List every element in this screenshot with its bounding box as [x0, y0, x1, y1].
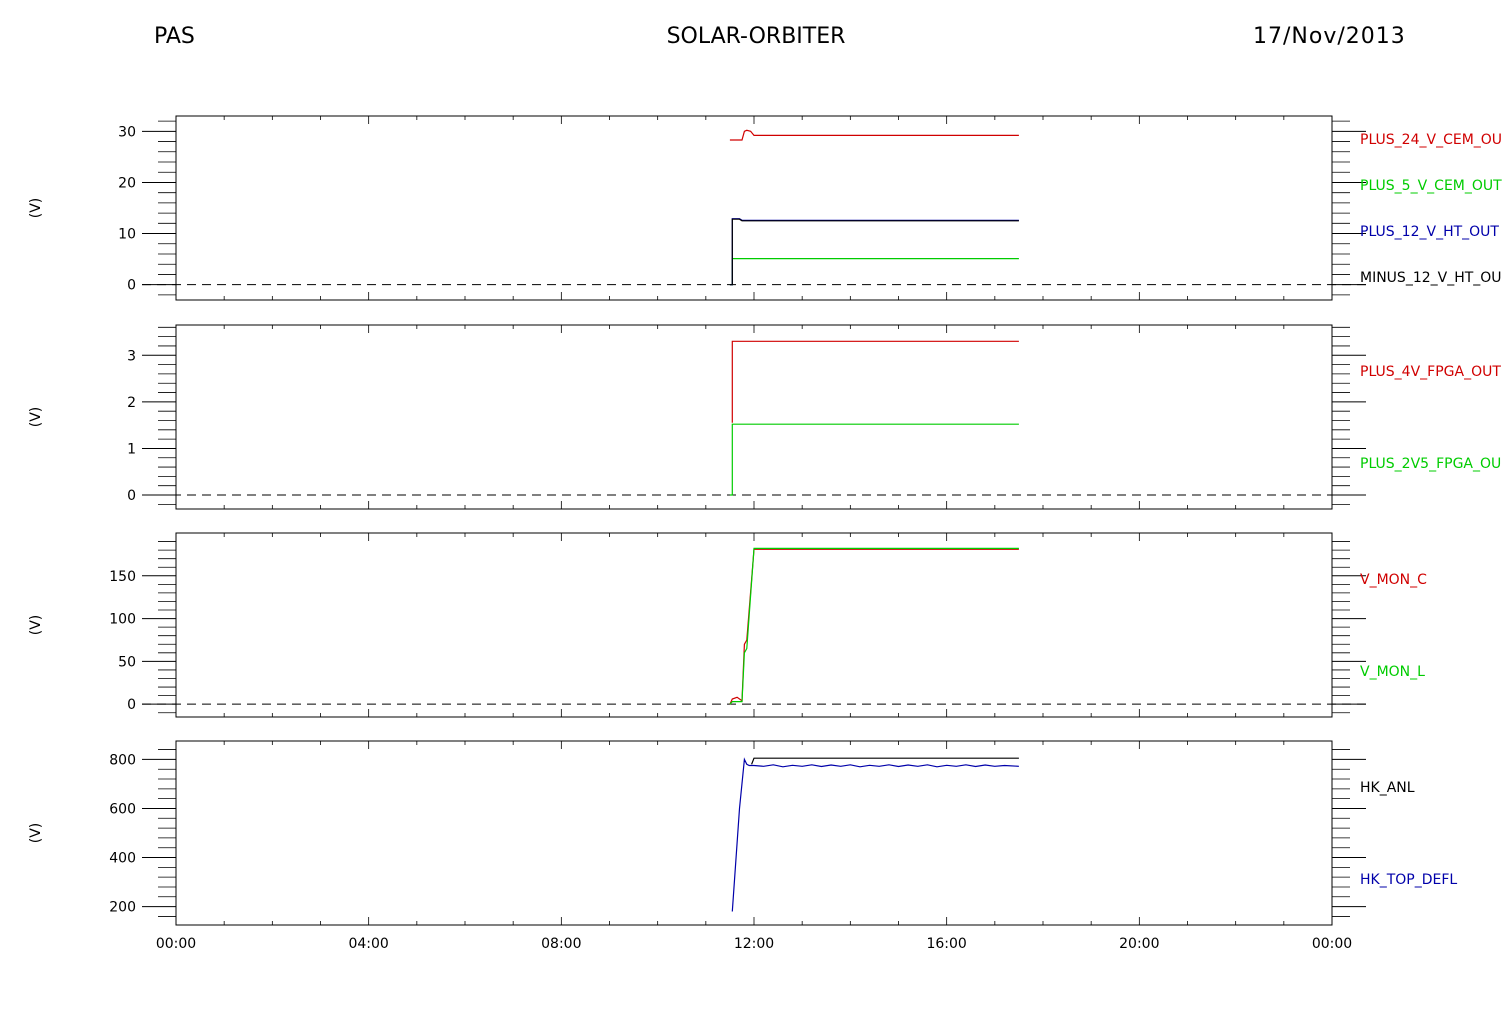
y-tick-label: 3 [127, 348, 136, 364]
y-tick-label: 600 [109, 801, 136, 817]
x-tick-label: 20:00 [1119, 936, 1159, 952]
y-tick-label: 100 [109, 612, 136, 628]
series-line-v_mon_l [729, 547, 1019, 705]
legend-label: PLUS_4V_FPGA_OUT [1360, 364, 1501, 380]
panel-frame [175, 115, 1333, 301]
y-tick-label: 0 [127, 278, 136, 294]
legend-label: V_MON_L [1360, 664, 1425, 680]
y-tick-label: 50 [118, 654, 136, 670]
series-line-v_mon_c [729, 548, 1019, 705]
panel-3: 0 50 100 150 (V) V_MON_C V_MON_L [28, 532, 1427, 718]
plots-canvas: 0102030(V)PLUS_24_V_CEM_OUPLUS_5_V_CEM_O… [28, 115, 1502, 952]
legend-label: PLUS_2V5_FPGA_OU [1360, 456, 1501, 472]
series-line-plus_2v5_fpga_out [729, 423, 1019, 496]
y-tick-label: 800 [109, 752, 136, 768]
y-tick-label: 10 [118, 227, 136, 243]
legend-label: PLUS_24_V_CEM_OU [1360, 132, 1502, 148]
panel-frame [175, 532, 1333, 718]
x-tick-label: 12:00 [734, 936, 774, 952]
y-tick-label: 1 [127, 441, 136, 457]
y-tick-label: 0 [127, 697, 136, 713]
series-line-plus_24_v_cem_out [729, 129, 1019, 141]
legend-label: HK_ANL [1360, 780, 1415, 796]
series-line-plus_12_v_ht_out [729, 218, 1019, 286]
x-tick-label: 04:00 [348, 936, 388, 952]
legend-label: PLUS_5_V_CEM_OUT [1360, 178, 1502, 194]
panel-frame [175, 324, 1333, 510]
legend-label: HK_TOP_DEFL [1360, 872, 1457, 888]
y-axis-label: (V) [28, 407, 44, 428]
y-axis-label: (V) [28, 615, 44, 636]
y-tick-label: 400 [109, 851, 136, 867]
series-line-hk_anl [751, 757, 1019, 765]
x-tick-label: 08:00 [541, 936, 581, 952]
series-line-hk_top_defl [731, 757, 1019, 912]
y-tick-label: 30 [118, 124, 136, 140]
x-tick-label: 16:00 [926, 936, 966, 952]
panel-2: 0 1 2 3 (V) PLUS_4V_FPGA_OUT PLUS_2V5_FPGA_OU [28, 324, 1501, 510]
panel-4: 200 400 600 800 (V) HK_ANL HK_TOP_DEFL [28, 740, 1457, 926]
x-tick-label: 00:00 [156, 936, 196, 952]
y-axis-label: (V) [28, 198, 44, 219]
legend-label: PLUS_12_V_HT_OUT [1360, 224, 1499, 240]
legend-label: MINUS_12_V_HT_OU [1360, 270, 1502, 286]
y-axis-label: (V) [28, 823, 44, 844]
x-tick-label: 00:00 [1312, 936, 1352, 952]
y-tick-label: 2 [127, 395, 136, 411]
y-tick-label: 0 [127, 488, 136, 504]
series-line-plus_4v_fpga_out [731, 340, 1019, 423]
y-tick-label: 150 [109, 569, 136, 585]
figure: PAS SOLAR-ORBITER 17/Nov/2013 0 10 20 30 (V)… [0, 0, 1512, 1020]
legend-label: V_MON_C [1360, 572, 1427, 588]
series-line-minus_12_v_ht_out [729, 218, 1019, 286]
series-line-plus_5_v_cem_out [729, 258, 1019, 286]
y-tick-label: 200 [109, 900, 136, 916]
y-tick-label: 20 [118, 175, 136, 191]
panel-frame [175, 740, 1333, 926]
panel-1: 0 10 20 30 (V) PLUS_24_V_CEM_OU PLUS_5_V_CEM_O… [28, 115, 1502, 301]
